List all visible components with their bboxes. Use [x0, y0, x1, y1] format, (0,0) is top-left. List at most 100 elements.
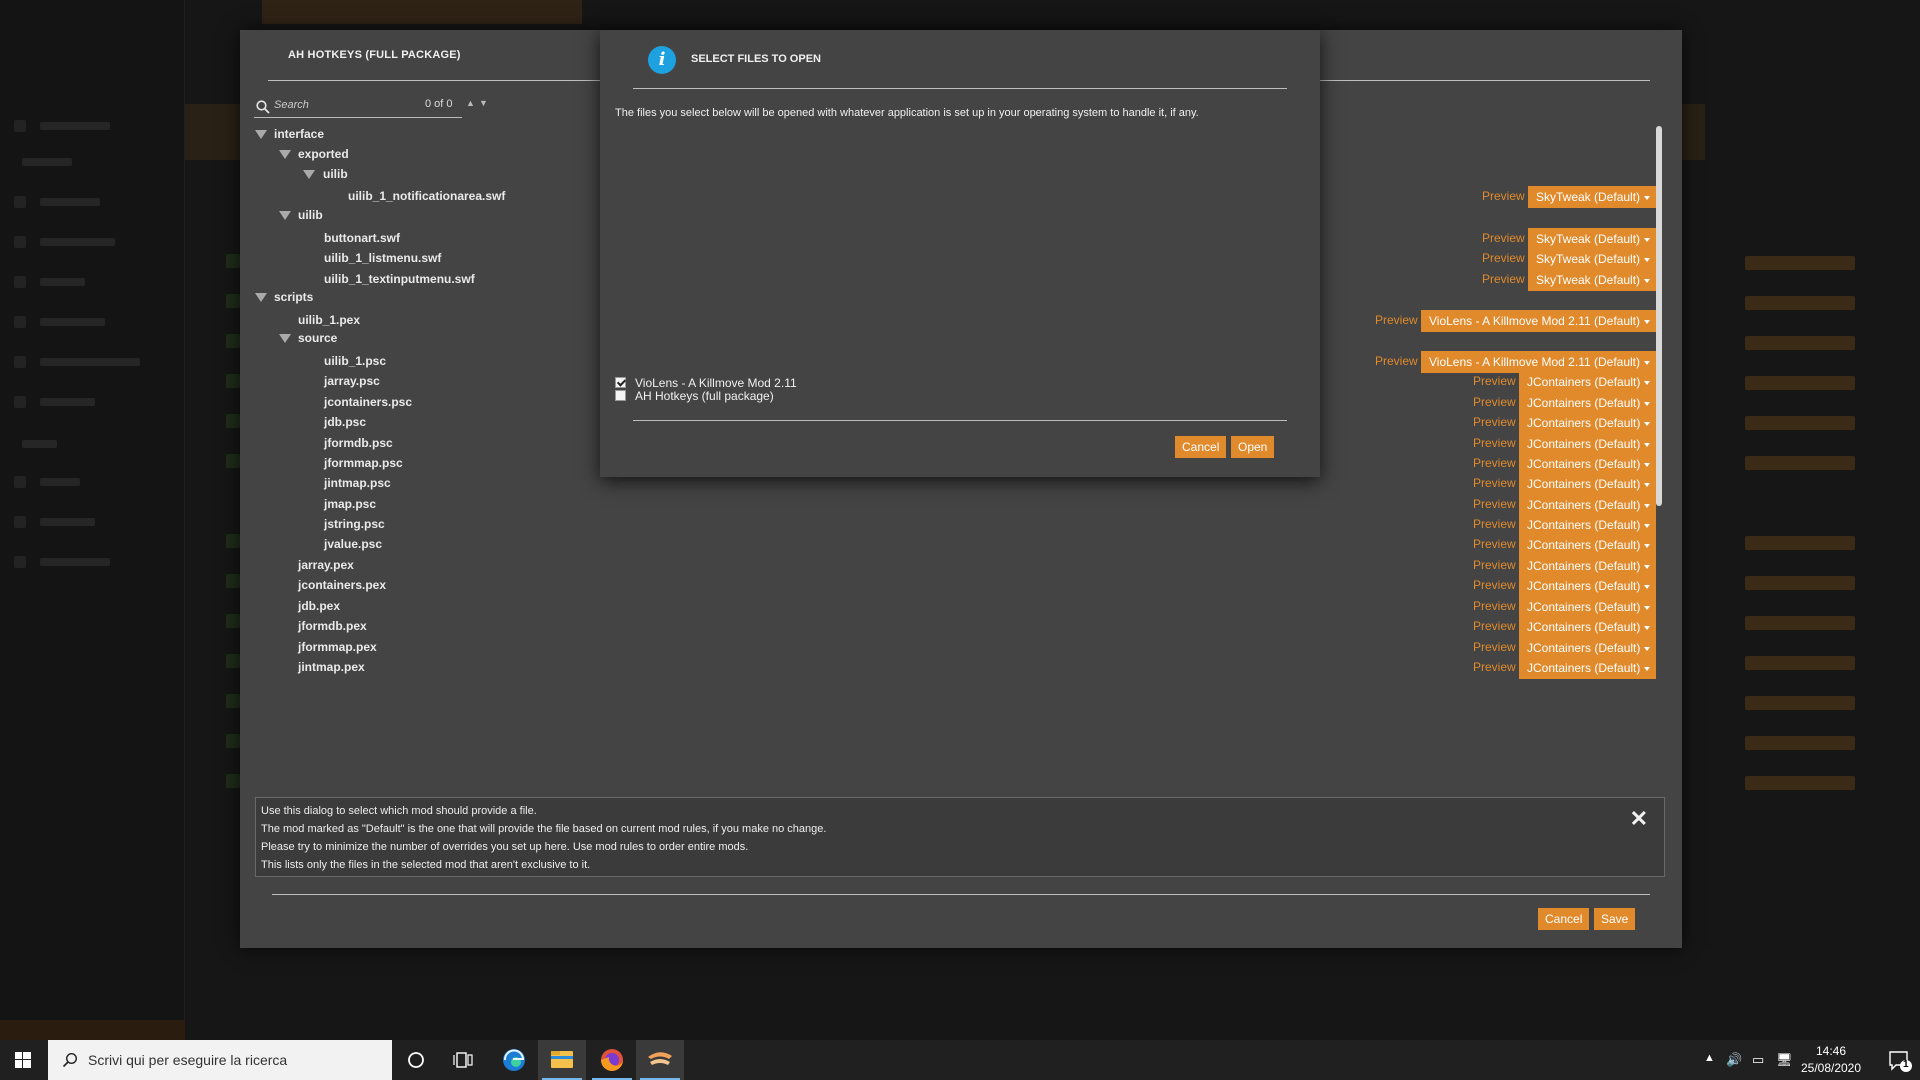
file-explorer-button[interactable]: [538, 1040, 586, 1080]
tree-item-name: jvalue.psc: [324, 537, 383, 551]
task-view-button[interactable]: [440, 1040, 488, 1080]
provider-select[interactable]: JContainers (Default): [1519, 433, 1657, 455]
tree-scrollbar[interactable]: [1656, 126, 1662, 506]
expand-arrow-icon[interactable]: [279, 150, 291, 159]
preview-link[interactable]: Preview: [1473, 456, 1516, 470]
provider-select[interactable]: JContainers (Default): [1519, 473, 1657, 495]
preview-link[interactable]: Preview: [1473, 640, 1516, 654]
tree-item-name: jdb.pex: [298, 599, 341, 613]
preview-link[interactable]: Preview: [1482, 251, 1525, 265]
firefox-button[interactable]: [588, 1040, 636, 1080]
preview-link[interactable]: Preview: [1473, 537, 1516, 551]
preview-link[interactable]: Preview: [1482, 272, 1525, 286]
expand-arrow-icon[interactable]: [279, 211, 291, 220]
save-button[interactable]: Save: [1594, 908, 1636, 930]
info-line: The mod marked as "Default" is the one t…: [261, 823, 827, 835]
modal-open-button[interactable]: Open: [1231, 436, 1275, 458]
mod-manager-button[interactable]: [636, 1040, 684, 1080]
taskbar-search-placeholder: Scrivi qui per eseguire la ricerca: [88, 1052, 288, 1068]
tree-item-name: uilib_1_notificationarea.swf: [348, 189, 506, 203]
search-next-button[interactable]: ▼: [479, 98, 488, 108]
preview-link[interactable]: Preview: [1473, 578, 1516, 592]
provider-select[interactable]: JContainers (Default): [1519, 657, 1657, 679]
preview-link[interactable]: Preview: [1473, 374, 1516, 388]
volume-icon[interactable]: 🔊: [1726, 1052, 1742, 1068]
preview-link[interactable]: Preview: [1473, 395, 1516, 409]
file-checkbox[interactable]: [615, 390, 626, 401]
tree-item-name: jdb.psc: [324, 415, 367, 429]
cortana-button[interactable]: [392, 1040, 440, 1080]
provider-select[interactable]: JContainers (Default): [1519, 575, 1657, 597]
tree-file-row[interactable]: jmap.psc JContainers (Default) Preview: [240, 494, 1660, 516]
search-result-count: 0 of 0: [425, 98, 453, 110]
tree-file-row[interactable]: jformdb.pex JContainers (Default) Preview: [240, 616, 1660, 638]
firefox-icon: [601, 1049, 623, 1071]
preview-link[interactable]: Preview: [1473, 415, 1516, 429]
provider-select[interactable]: JContainers (Default): [1519, 616, 1657, 638]
expand-arrow-icon[interactable]: [303, 170, 315, 179]
notification-icon: [1889, 1051, 1912, 1072]
tree-item-name: uilib_1_textinputmenu.swf: [324, 272, 475, 286]
provider-select[interactable]: JContainers (Default): [1519, 514, 1657, 536]
expand-arrow-icon[interactable]: [279, 334, 291, 343]
preview-link[interactable]: Preview: [1473, 517, 1516, 531]
close-icon[interactable]: ✕: [1630, 808, 1648, 830]
cancel-button[interactable]: Cancel: [1538, 908, 1590, 930]
tree-file-row[interactable]: jarray.pex JContainers (Default) Preview: [240, 555, 1660, 577]
provider-select[interactable]: JContainers (Default): [1519, 534, 1657, 556]
provider-select[interactable]: JContainers (Default): [1519, 494, 1657, 516]
tree-item-name: uilib_1.pex: [298, 313, 361, 327]
provider-select[interactable]: JContainers (Default): [1519, 453, 1657, 475]
battery-icon[interactable]: ▭: [1752, 1052, 1764, 1068]
preview-link[interactable]: Preview: [1473, 436, 1516, 450]
provider-select[interactable]: JContainers (Default): [1519, 392, 1657, 414]
search-previous-button[interactable]: ▲: [466, 98, 475, 108]
tree-item-name: uilib_1.psc: [324, 354, 387, 368]
provider-select[interactable]: JContainers (Default): [1519, 555, 1657, 577]
preview-link[interactable]: Preview: [1473, 558, 1516, 572]
modal-title: SELECT FILES TO OPEN: [691, 53, 821, 65]
edge-button[interactable]: [490, 1040, 538, 1080]
modal-cancel-button[interactable]: Cancel: [1175, 436, 1227, 458]
preview-link[interactable]: Preview: [1473, 599, 1516, 613]
expand-arrow-icon[interactable]: [255, 130, 267, 139]
preview-link[interactable]: Preview: [1473, 619, 1516, 633]
preview-link[interactable]: Preview: [1482, 231, 1525, 245]
preview-link[interactable]: Preview: [1482, 189, 1525, 203]
provider-select[interactable]: JContainers (Default): [1519, 412, 1657, 434]
windows-start-button[interactable]: [0, 1040, 46, 1080]
select-files-modal: i SELECT FILES TO OPEN The files you sel…: [600, 30, 1320, 477]
modal-bottom-divider: [633, 420, 1287, 421]
file-option-label[interactable]: VioLens - A Killmove Mod 2.11: [635, 376, 797, 390]
preview-link[interactable]: Preview: [1375, 354, 1418, 368]
tree-file-row[interactable]: jdb.pex JContainers (Default) Preview: [240, 596, 1660, 618]
provider-select[interactable]: SkyTweak (Default): [1528, 228, 1657, 250]
provider-select[interactable]: SkyTweak (Default): [1528, 248, 1657, 270]
action-center-button[interactable]: 1: [1878, 1040, 1920, 1080]
tree-file-row[interactable]: jvalue.psc JContainers (Default) Preview: [240, 534, 1660, 556]
preview-link[interactable]: Preview: [1473, 497, 1516, 511]
expand-arrow-icon[interactable]: [255, 293, 267, 302]
taskbar-search-box[interactable]: Scrivi qui per eseguire la ricerca: [48, 1040, 392, 1080]
preview-link[interactable]: Preview: [1375, 313, 1418, 327]
preview-link[interactable]: Preview: [1473, 660, 1516, 674]
preview-link[interactable]: Preview: [1473, 476, 1516, 490]
tree-file-row[interactable]: jstring.psc JContainers (Default) Preview: [240, 514, 1660, 536]
provider-select[interactable]: JContainers (Default): [1519, 637, 1657, 659]
tree-item-name: jmap.psc: [324, 497, 377, 511]
file-explorer-icon: [551, 1051, 573, 1068]
provider-select[interactable]: JContainers (Default): [1519, 596, 1657, 618]
tree-file-row[interactable]: jintmap.pex JContainers (Default) Preview: [240, 657, 1660, 679]
tree-file-row[interactable]: jcontainers.pex JContainers (Default) Prev…: [240, 575, 1660, 597]
search-input[interactable]: [274, 99, 404, 111]
taskbar-clock[interactable]: 14:46 25/08/2020: [1786, 1043, 1876, 1077]
file-option-label[interactable]: AH Hotkeys (full package): [635, 389, 774, 403]
show-hidden-icons-icon[interactable]: ▲: [1704, 1052, 1715, 1064]
file-checkbox[interactable]: [615, 377, 626, 388]
tree-item-name: jformmap.pex: [298, 640, 377, 654]
provider-select[interactable]: VioLens - A Killmove Mod 2.11 (Default): [1421, 351, 1656, 373]
info-line: Use this dialog to select which mod shou…: [261, 805, 537, 817]
tree-file-row[interactable]: jformmap.pex JContainers (Default) Preview: [240, 637, 1660, 659]
provider-select[interactable]: JContainers (Default): [1519, 371, 1657, 393]
background-sidebar-selection: [0, 1020, 185, 1040]
